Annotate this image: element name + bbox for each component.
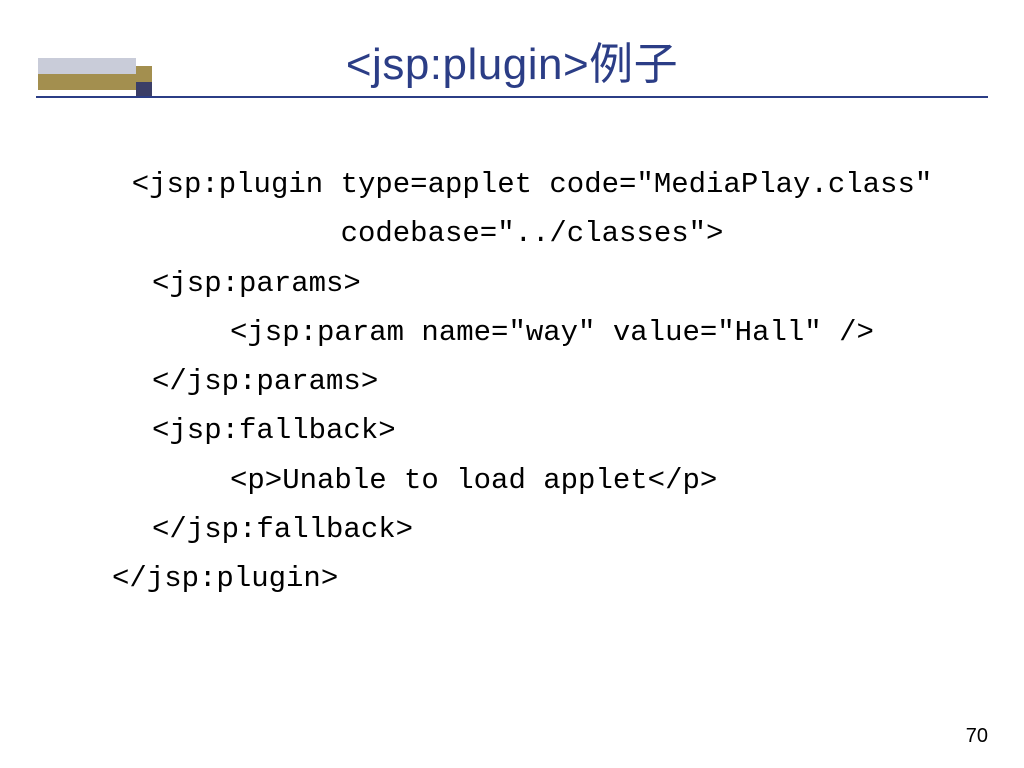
code-line-1a: <jsp:plugin type=applet code="MediaPlay.… bbox=[100, 160, 964, 209]
page-number: 70 bbox=[966, 725, 988, 748]
code-line-4: </jsp:params> bbox=[152, 357, 964, 406]
code-line-2: <jsp:params> bbox=[152, 259, 964, 308]
slide-title: <jsp:plugin>例子 bbox=[346, 28, 678, 92]
code-line-1b: codebase="../classes"> bbox=[100, 209, 964, 258]
title-divider bbox=[36, 96, 988, 98]
code-block: <jsp:plugin type=applet code="MediaPlay.… bbox=[100, 160, 964, 604]
title-code-part: <jsp:plugin> bbox=[346, 40, 589, 89]
title-cjk-part: 例子 bbox=[589, 40, 678, 89]
code-line-8: </jsp:plugin> bbox=[112, 554, 964, 603]
code-line-3: <jsp:param name="way" value="Hall" /> bbox=[230, 308, 964, 357]
slide: <jsp:plugin>例子 <jsp:plugin type=applet c… bbox=[0, 0, 1024, 768]
code-line-5: <jsp:fallback> bbox=[152, 406, 964, 455]
code-line-6: <p>Unable to load applet</p> bbox=[230, 456, 964, 505]
code-line-7: </jsp:fallback> bbox=[152, 505, 964, 554]
title-area: <jsp:plugin>例子 bbox=[0, 0, 1024, 92]
